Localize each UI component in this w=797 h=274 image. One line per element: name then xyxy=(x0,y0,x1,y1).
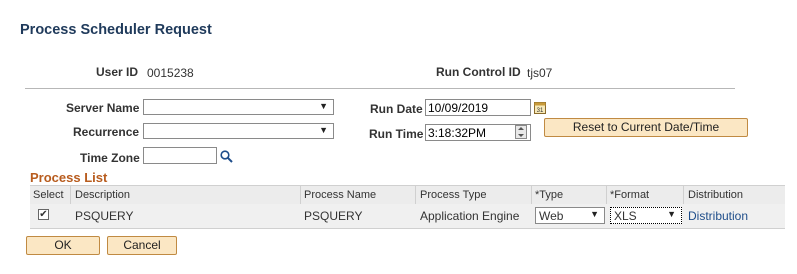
chevron-down-icon: ▼ xyxy=(319,125,328,135)
header-format: *Format xyxy=(610,189,650,201)
time-zone-label: Time Zone xyxy=(80,151,140,165)
user-id-label: User ID xyxy=(96,65,139,79)
process-list-title: Process List xyxy=(30,170,108,185)
grid-header: Select Description Process Name Process … xyxy=(30,185,785,205)
run-control-id-label: Run Control ID xyxy=(436,65,521,79)
recurrence-select[interactable]: ▼ xyxy=(143,123,334,139)
distribution-link[interactable]: Distribution xyxy=(688,209,748,223)
time-spinner-icon[interactable] xyxy=(515,125,527,139)
search-icon[interactable] xyxy=(220,150,233,163)
run-date-input[interactable] xyxy=(425,99,531,116)
recurrence-label: Recurrence xyxy=(73,125,140,139)
header-select: Select xyxy=(33,189,64,201)
row-process-type: Application Engine xyxy=(420,209,520,223)
header-process-name: Process Name xyxy=(304,189,377,201)
type-select[interactable]: Web ▼ xyxy=(535,207,605,224)
chevron-down-icon: ▼ xyxy=(590,209,599,219)
run-date-label: Run Date xyxy=(370,102,423,116)
header-type: *Type xyxy=(535,189,564,201)
header-distribution: Distribution xyxy=(688,189,744,201)
page-title: Process Scheduler Request xyxy=(20,22,212,38)
cancel-button[interactable]: Cancel xyxy=(107,236,177,255)
format-value: XLS xyxy=(614,209,637,223)
process-list-grid: Select Description Process Name Process … xyxy=(30,185,785,229)
server-name-select[interactable]: ▼ xyxy=(143,99,334,115)
server-name-label: Server Name xyxy=(66,101,140,115)
chevron-down-icon: ▼ xyxy=(667,209,676,219)
time-zone-input[interactable] xyxy=(143,147,217,164)
row-description: PSQUERY xyxy=(75,209,134,223)
row-process-name: PSQUERY xyxy=(304,209,363,223)
divider xyxy=(25,88,735,89)
user-id-value: 0015238 xyxy=(147,66,194,80)
run-control-id-value: tjs07 xyxy=(527,66,553,80)
type-value: Web xyxy=(539,209,564,223)
select-checkbox[interactable]: ✔ xyxy=(38,209,49,220)
table-row: ✔ PSQUERY PSQUERY Application Engine Web… xyxy=(30,204,785,229)
svg-text:31: 31 xyxy=(537,108,544,114)
format-select[interactable]: XLS ▼ xyxy=(610,207,682,224)
reset-date-time-button[interactable]: Reset to Current Date/Time xyxy=(544,118,748,137)
run-time-label: Run Time xyxy=(369,127,424,141)
ok-button[interactable]: OK xyxy=(26,236,100,255)
header-process-type: Process Type xyxy=(420,189,487,201)
header-description: Description xyxy=(75,189,131,201)
chevron-down-icon: ▼ xyxy=(319,101,328,111)
calendar-icon[interactable]: 31 xyxy=(534,101,546,114)
